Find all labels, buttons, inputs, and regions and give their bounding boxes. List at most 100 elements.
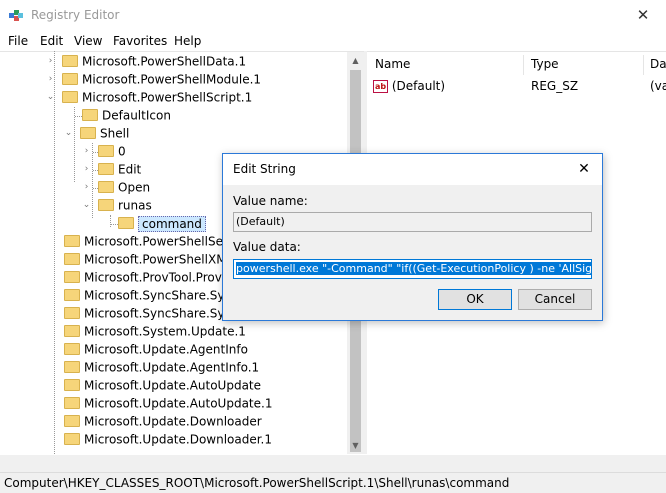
value-data: (value not set) [650,79,666,93]
tree-item-label: command [138,215,206,232]
menu-help[interactable]: Help [174,34,201,48]
tree-guide-line [75,116,82,117]
column-header-name[interactable]: Name [375,54,410,74]
value-row[interactable]: ab (Default) [373,77,445,95]
scroll-up-icon[interactable]: ▲ [347,52,364,69]
dialog-close-button[interactable]: ✕ [566,154,602,185]
tree-item[interactable]: › Microsoft.PowerShellData.1 [46,52,246,70]
menu-edit[interactable]: Edit [40,34,63,48]
tree-item-selected[interactable]: command [118,214,206,232]
tree-item[interactable]: ⌄ Microsoft.PowerShellScript.1 [46,88,252,106]
folder-icon [98,198,114,211]
value-data-text[interactable]: powershell.exe "-Command" "if((Get-Execu… [236,262,591,275]
folder-icon [64,414,80,427]
tree-item-label: Microsoft.System.Update.1 [84,324,246,339]
key-path: Computer\HKEY_CLASSES_ROOT\Microsoft.Pow… [4,476,510,490]
folder-icon [64,252,80,265]
tree-item[interactable]: Microsoft.Update.AgentInfo [64,340,248,358]
tree-item-label: DefaultIcon [102,108,171,123]
menu-file[interactable]: File [8,34,28,48]
tree-item-label: 0 [118,144,126,159]
tree-item-label: Edit [118,162,142,177]
folder-icon [64,270,80,283]
folder-icon [64,234,80,247]
value-data-field[interactable]: powershell.exe "-Command" "if((Get-Execu… [233,259,592,279]
folder-icon [98,144,114,157]
folder-icon [64,306,80,319]
tree-item-label: Microsoft.PowerShellScript.1 [82,90,253,105]
expand-arrow-icon[interactable]: › [82,142,91,160]
window-close-button[interactable]: ✕ [620,0,666,30]
folder-icon [64,378,80,391]
value-name-label: Value name: [233,194,308,208]
status-bar: Computer\HKEY_CLASSES_ROOT\Microsoft.Pow… [0,472,666,493]
tree-item[interactable]: Microsoft.Update.Downloader.1 [64,430,272,448]
tree-item[interactable]: ⌄ Shell [64,124,129,142]
folder-icon [82,108,98,121]
tree-item-label: Microsoft.Update.AutoUpdate.1 [84,396,273,411]
dialog-title: Edit String [233,162,296,176]
folder-icon [64,360,80,373]
tree-item[interactable]: › Microsoft.PowerShellModule.1 [46,70,261,88]
folder-icon [64,288,80,301]
tree-item-label: Open [118,180,151,195]
column-divider[interactable] [643,55,644,75]
cancel-button[interactable]: Cancel [518,289,592,310]
menu-view[interactable]: View [74,34,102,48]
tree-item-label: Microsoft.PowerShellModule.1 [82,72,262,87]
expand-arrow-icon[interactable]: › [82,178,91,196]
expand-arrow-icon[interactable]: › [82,160,91,178]
tree-item[interactable]: DefaultIcon [82,106,171,124]
tree-item-label: Microsoft.Update.AgentInfo.1 [84,360,260,375]
registry-editor-icon [9,10,23,21]
collapse-arrow-icon[interactable]: ⌄ [64,124,73,142]
string-value-icon: ab [373,80,388,93]
tree-guide-line [74,107,75,182]
tree-item-label: runas [118,198,152,213]
column-header-data[interactable]: Data [650,54,666,74]
value-name-field: (Default) [233,212,592,232]
tree-item[interactable]: Microsoft.Update.Downloader [64,412,262,430]
folder-icon [64,342,80,355]
value-type: REG_SZ [531,79,579,93]
collapse-arrow-icon[interactable]: ⌄ [82,196,91,214]
menu-favorites[interactable]: Favorites [113,34,167,48]
tree-guide-line [111,224,118,225]
edit-string-dialog: Edit String ✕ Value name: (Default) Valu… [222,153,603,321]
value-data-cell[interactable]: (value not set) [650,77,666,95]
dialog-title-bar[interactable]: Edit String ✕ [223,154,602,185]
window-title: Registry Editor [31,8,120,22]
value-name-text: (Default) [236,215,285,228]
expand-arrow-icon[interactable]: › [46,52,55,70]
tree-item[interactable]: › Edit [82,160,141,178]
folder-icon [64,432,80,445]
tree-item[interactable]: ⌄ runas [82,196,152,214]
value-type-cell[interactable]: REG_SZ [531,77,578,95]
tree-item[interactable]: › 0 [82,142,126,160]
folder-icon [64,396,80,409]
folder-icon [80,126,96,139]
folder-icon [62,54,78,67]
column-divider[interactable] [523,55,524,75]
horizontal-scrollbar[interactable] [0,455,666,472]
tree-item-label: Microsoft.PowerShellData.1 [82,54,247,69]
tree-item[interactable]: Microsoft.System.Update.1 [64,322,246,340]
tree-item-label: Microsoft.Update.Downloader.1 [84,432,273,447]
value-data-label: Value data: [233,240,301,254]
tree-item[interactable]: Microsoft.Update.AutoUpdate [64,376,261,394]
tree-item[interactable]: Microsoft.Update.AutoUpdate.1 [64,394,272,412]
value-name: (Default) [391,79,446,93]
folder-icon [62,72,78,85]
folder-icon [98,162,114,175]
scroll-down-icon[interactable]: ▼ [347,437,364,454]
tree-item[interactable]: Microsoft.Update.AgentInfo.1 [64,358,259,376]
expand-arrow-icon[interactable]: › [46,70,55,88]
folder-icon [118,216,134,229]
collapse-arrow-icon[interactable]: ⌄ [46,88,55,106]
column-header-type[interactable]: Type [531,54,559,74]
tree-item[interactable]: › Open [82,178,150,196]
tree-item-label: Shell [100,126,130,141]
ok-button[interactable]: OK [438,289,512,310]
title-bar: Registry Editor ✕ [0,0,666,30]
tree-item-label: Microsoft.Update.AutoUpdate [84,378,262,393]
